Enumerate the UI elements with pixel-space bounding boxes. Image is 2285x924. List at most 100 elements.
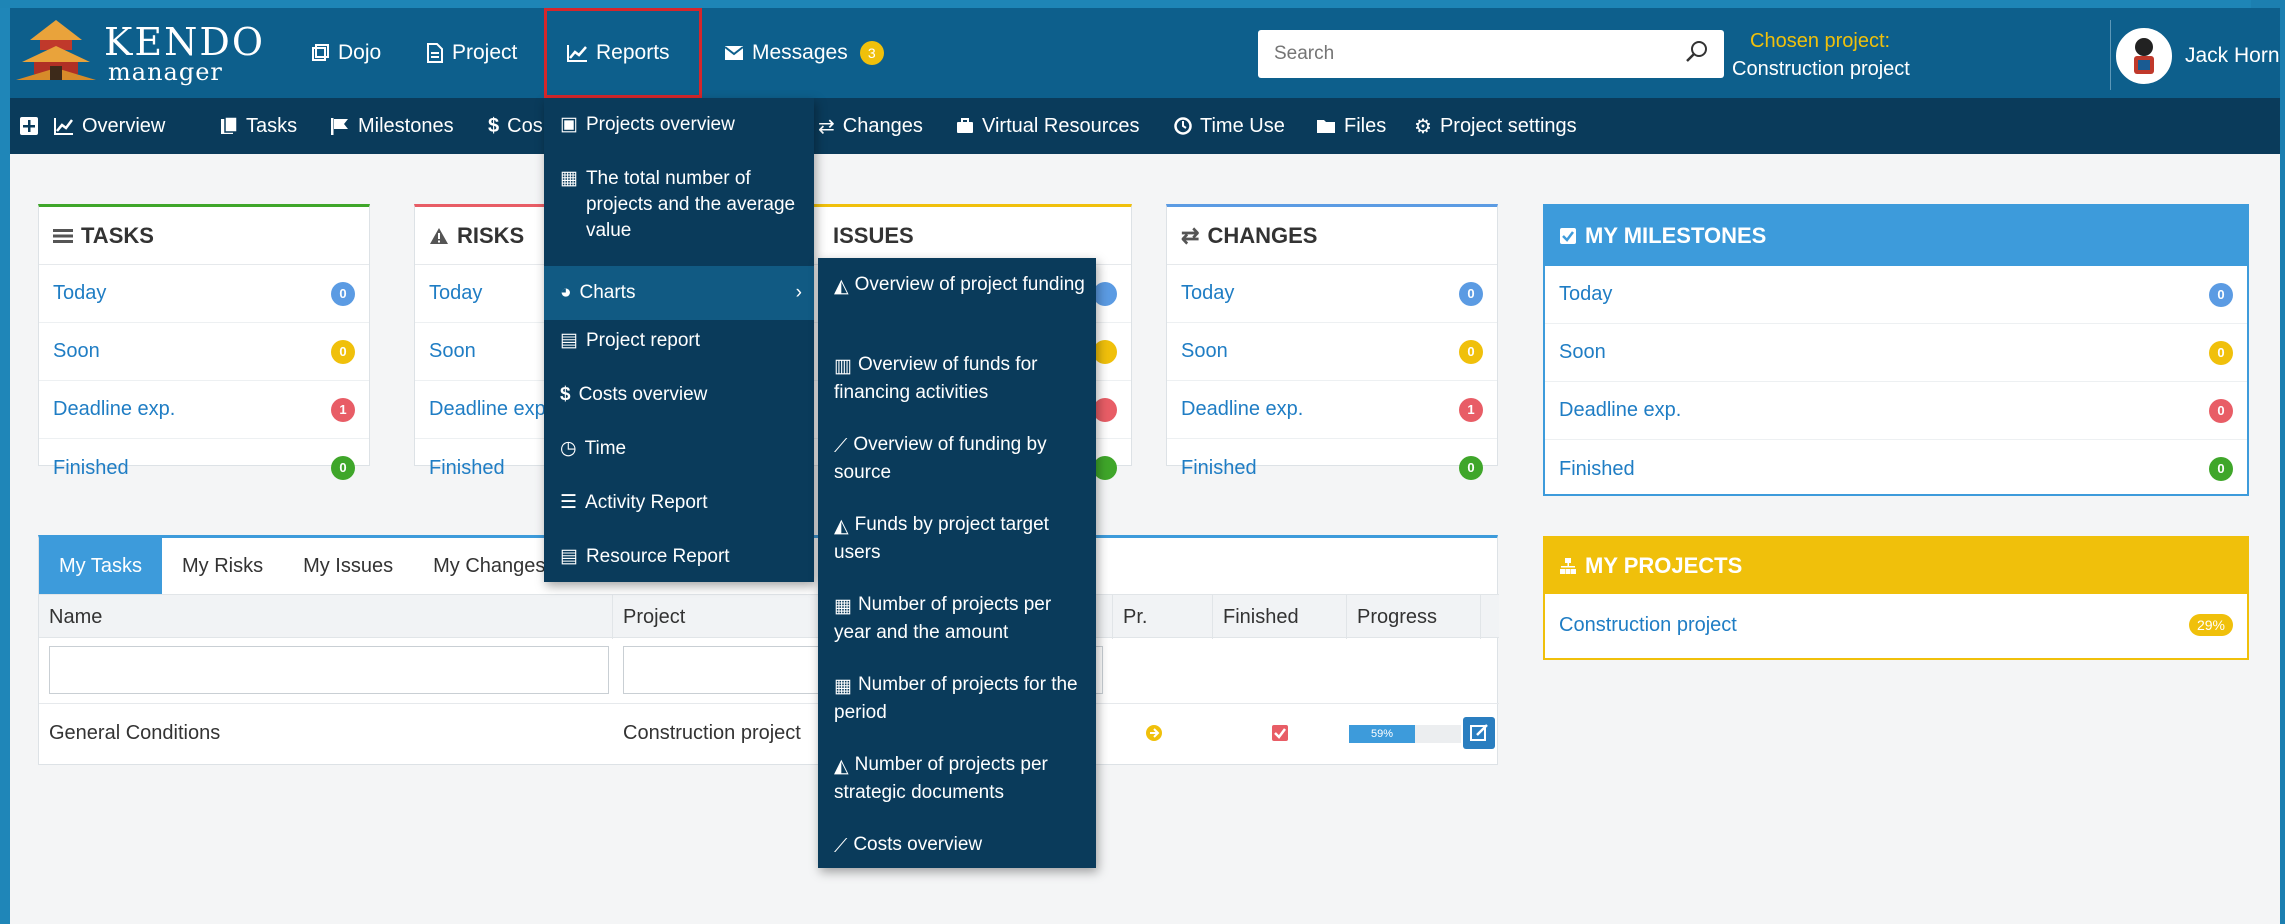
nav-dojo[interactable]: Dojo xyxy=(310,8,381,98)
tasks-finished-row[interactable]: Finished 0 xyxy=(39,439,369,497)
subnav-costs[interactable]: $ Cos xyxy=(488,98,543,154)
col-pr[interactable]: Pr. xyxy=(1113,595,1213,639)
top-bar: KENDO manager Dojo Project Reports Messa… xyxy=(10,8,2280,98)
row-label: Finished xyxy=(53,456,129,479)
menu-time[interactable]: ◷ Time xyxy=(544,436,814,462)
task-name[interactable]: General Conditions xyxy=(39,704,220,762)
submenu-funds-by-target-users[interactable]: ◭ Funds by project target users xyxy=(834,512,1088,566)
menu-costs-overview[interactable]: $ Costs overview xyxy=(544,382,814,408)
task-project[interactable]: Construction project xyxy=(613,704,801,762)
menu-activity-report[interactable]: ☰ Activity Report xyxy=(544,490,814,516)
finished-checkbox-icon[interactable] xyxy=(1271,724,1289,742)
tab-my-issues[interactable]: My Issues xyxy=(283,538,413,594)
subnav-time-use-label: Time Use xyxy=(1200,114,1285,137)
chosen-project-value[interactable]: Construction project xyxy=(1732,58,1910,81)
col-progress[interactable]: Progress xyxy=(1347,595,1481,639)
subnav-milestones[interactable]: Milestones xyxy=(330,98,454,154)
subnav-changes[interactable]: ⇄ Changes xyxy=(818,98,923,154)
submenu-projects-for-period[interactable]: ▦ Number of projects for the period xyxy=(834,672,1088,726)
subnav-files[interactable]: Files xyxy=(1316,98,1386,154)
search-icon[interactable] xyxy=(1684,39,1710,65)
area-chart-icon: ◭ xyxy=(834,276,849,297)
search-input[interactable] xyxy=(1258,30,1678,78)
nav-reports[interactable]: Reports xyxy=(566,8,670,98)
project-row[interactable]: Construction project 29% xyxy=(1545,594,2247,656)
submenu-funds-financing-activities[interactable]: ▥ Overview of funds for financing activit… xyxy=(834,352,1088,406)
subnav-tasks-label: Tasks xyxy=(246,114,298,137)
name-filter-input[interactable] xyxy=(49,646,609,694)
exchange-icon: ⇄ xyxy=(818,115,835,138)
subnav-virtual-resources-label: Virtual Resources xyxy=(982,114,1140,137)
tasks-today-row[interactable]: Today 0 xyxy=(39,265,369,323)
user-name[interactable]: Jack Horn xyxy=(2185,44,2280,68)
edit-button[interactable] xyxy=(1463,717,1495,749)
list-icon: ☰ xyxy=(560,492,578,513)
tab-my-risks[interactable]: My Risks xyxy=(162,538,283,594)
subnav-time-use[interactable]: Time Use xyxy=(1174,98,1285,154)
milestones-today-row[interactable]: Today 0 xyxy=(1545,266,2247,324)
nav-project[interactable]: Project xyxy=(426,8,517,98)
col-name[interactable]: Name xyxy=(39,595,613,639)
tab-my-changes[interactable]: My Changes xyxy=(413,538,565,594)
progress-fill: 59% xyxy=(1349,725,1416,743)
tab-my-tasks[interactable]: My Tasks xyxy=(39,538,162,594)
menu-item-label: Project report xyxy=(585,330,700,351)
add-button[interactable] xyxy=(20,98,38,154)
row-label: Deadline exp. xyxy=(53,398,176,420)
menu-item-label: Number of projects for the period xyxy=(834,674,1078,723)
menu-project-report[interactable]: ▤ Project report xyxy=(544,328,814,354)
submenu-project-funding[interactable]: ◭ Overview of project funding xyxy=(834,272,1088,300)
project-percent-badge: 29% xyxy=(2188,614,2233,636)
row-label: Today xyxy=(1559,283,1613,305)
count-badge: 0 xyxy=(1459,339,1483,364)
clock-icon: ◷ xyxy=(560,438,577,459)
row-label: Finished xyxy=(1181,456,1257,479)
issues-card-title: ISSUES xyxy=(833,222,914,248)
milestones-finished-row[interactable]: Finished 0 xyxy=(1545,440,2247,498)
submenu-projects-per-year[interactable]: ▦ Number of projects per year and the amo… xyxy=(834,592,1088,646)
tasks-deadline-row[interactable]: Deadline exp. 1 xyxy=(39,381,369,439)
nav-messages[interactable]: Messages 3 xyxy=(724,8,884,98)
menu-resource-report[interactable]: ▤ Resource Report xyxy=(544,544,814,570)
subnav-overview[interactable]: Overview xyxy=(54,98,165,154)
subnav-tasks[interactable]: Tasks xyxy=(220,98,297,154)
changes-today-row[interactable]: Today 0 xyxy=(1167,265,1497,323)
logo[interactable]: KENDO manager xyxy=(16,18,263,86)
exchange-icon: ⇄ xyxy=(1181,222,1200,248)
pagoda-logo-icon xyxy=(16,20,96,80)
menu-item-label: Charts xyxy=(579,282,636,303)
row-label: Today xyxy=(1181,282,1235,304)
submenu-projects-per-strategic-docs[interactable]: ◭ Number of projects per strategic docume… xyxy=(834,752,1088,806)
table-row[interactable]: General Conditions Construction project … xyxy=(39,704,1499,762)
projects-card-header: MY PROJECTS xyxy=(1545,538,2247,594)
charts-submenu: ◭ Overview of project funding ▥ Overview o… xyxy=(818,258,1096,868)
dollar-icon: $ xyxy=(560,384,571,405)
count-badge: 0 xyxy=(2209,282,2233,307)
menu-charts[interactable]: ◕ Charts › xyxy=(544,266,814,320)
tasks-card-title: TASKS xyxy=(81,222,154,248)
filter-row xyxy=(39,638,1499,704)
subnav-project-settings[interactable]: ⚙ Project settings xyxy=(1414,98,1577,154)
milestones-soon-row[interactable]: Soon 0 xyxy=(1545,324,2247,382)
col-finished[interactable]: Finished xyxy=(1213,595,1347,639)
menu-total-number-of-projects[interactable]: ▦ The total number of projects and the a… xyxy=(544,166,814,244)
search-box[interactable] xyxy=(1258,30,1724,78)
changes-finished-row[interactable]: Finished 0 xyxy=(1167,439,1497,497)
line-chart-icon: ⟋ xyxy=(834,436,848,457)
submenu-funding-by-source[interactable]: ⟋ Overview of funding by source xyxy=(834,432,1088,486)
row-label: Soon xyxy=(429,340,476,362)
clock-icon xyxy=(1174,117,1192,135)
nav-messages-label: Messages xyxy=(752,41,848,64)
milestones-deadline-row[interactable]: Deadline exp. 0 xyxy=(1545,382,2247,440)
project-name: Construction project xyxy=(1559,613,1737,636)
changes-deadline-row[interactable]: Deadline exp. 1 xyxy=(1167,381,1497,439)
avatar[interactable] xyxy=(2116,28,2172,84)
subnav-costs-label: Cos xyxy=(507,114,543,137)
tasks-soon-row[interactable]: Soon 0 xyxy=(39,323,369,381)
menu-item-label: Resource Report xyxy=(585,546,730,567)
menu-projects-overview[interactable]: ▣ Projects overview xyxy=(544,112,814,138)
line-chart-icon xyxy=(567,45,587,62)
changes-soon-row[interactable]: Soon 0 xyxy=(1167,323,1497,381)
submenu-costs-overview[interactable]: ⟋ Costs overview xyxy=(834,832,1088,860)
subnav-virtual-resources[interactable]: Virtual Resources xyxy=(956,98,1139,154)
